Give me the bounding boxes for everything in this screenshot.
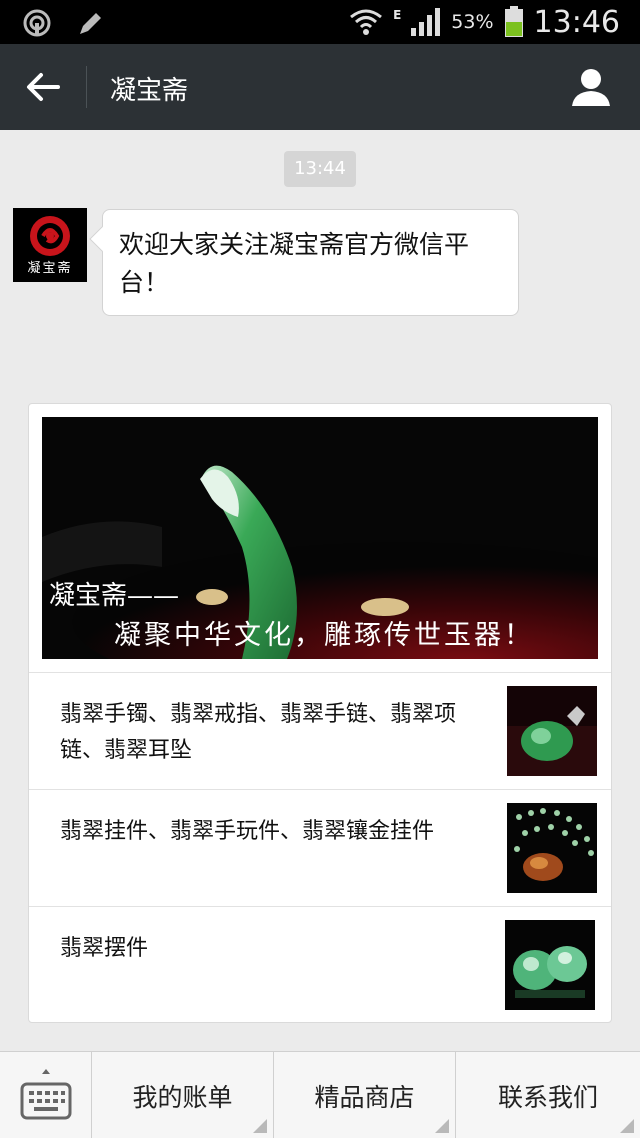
cover-brand-text: 凝宝斋—— [49,581,180,611]
battery-percent: 53% [451,11,494,33]
keyboard-toggle-button[interactable] [0,1052,92,1138]
menu-contact-us-button[interactable]: 联系我们 [456,1052,640,1138]
bottom-menu-bar: 我的账单 精品商店 联系我们 [0,1051,640,1138]
submenu-indicator-icon [620,1119,634,1133]
news-item-thumbnail [507,686,597,776]
network-type: E [393,8,402,22]
jade-bracelet-image [507,686,597,776]
bubble-tail [89,226,115,252]
page-title: 凝宝斋 [110,76,189,106]
news-item-title: 翡翠手镯、翡翠戒指、翡翠手链、翡翠项链、翡翠耳坠 [60,702,457,763]
menu-item-label: 我的账单 [132,1082,233,1112]
welcome-message-bubble[interactable]: 欢迎大家关注凝宝斋官方微信平台！ [89,209,519,316]
title-bar: 凝宝斋 [0,44,640,130]
menu-boutique-store-button[interactable]: 精品商店 [274,1052,456,1138]
news-item-title: 翡翠摆件 [60,936,149,961]
title-divider [86,66,87,108]
news-item-title: 翡翠挂件、翡翠手玩件、翡翠镶金挂件 [60,819,435,844]
news-item[interactable]: 翡翠手镯、翡翠戒指、翡翠手链、翡翠项链、翡翠耳坠 [29,672,611,789]
clock: 13:46 [533,4,620,40]
back-button[interactable] [22,66,64,108]
news-card[interactable]: 凝宝斋—— 凝聚中华文化，雕琢传世玉器！ 翡翠手镯、翡翠戒指、翡翠手链、翡翠项链… [28,403,612,1023]
wifi-icon [350,9,383,35]
cover-image[interactable]: 凝宝斋—— 凝聚中华文化，雕琢传世玉器！ [42,417,598,659]
menu-item-label: 联系我们 [497,1082,598,1112]
arrow-left-icon [27,73,60,101]
hotspot-icon [23,9,51,37]
message-timestamp: 13:44 [284,151,356,187]
menu-my-bill-button[interactable]: 我的账单 [92,1052,274,1138]
news-item[interactable]: 翡翠挂件、翡翠手玩件、翡翠镶金挂件 [29,789,611,906]
news-item-thumbnail [505,920,595,1010]
battery-icon [504,6,523,37]
submenu-indicator-icon [435,1119,449,1133]
news-item[interactable]: 翡翠摆件 [29,906,611,1023]
profile-button[interactable] [570,66,612,108]
cover-slogan-text: 凝聚中华文化，雕琢传世玉器！ [114,620,534,651]
person-icon [572,69,610,106]
welcome-message-text: 欢迎大家关注凝宝斋官方微信平台！ [119,230,470,297]
menu-item-label: 精品商店 [314,1082,415,1112]
news-item-thumbnail [507,803,597,893]
jade-ornament-image [505,920,595,1010]
jade-beads-image [507,803,597,893]
status-bar: E 53% 13:46 [0,0,640,44]
keyboard-icon [20,1069,72,1120]
signal-icon [411,8,441,36]
account-avatar[interactable]: 凝宝斋 [13,208,87,282]
pencil-icon [80,13,101,34]
submenu-indicator-icon [253,1119,267,1133]
avatar-caption: 凝宝斋 [27,261,73,276]
